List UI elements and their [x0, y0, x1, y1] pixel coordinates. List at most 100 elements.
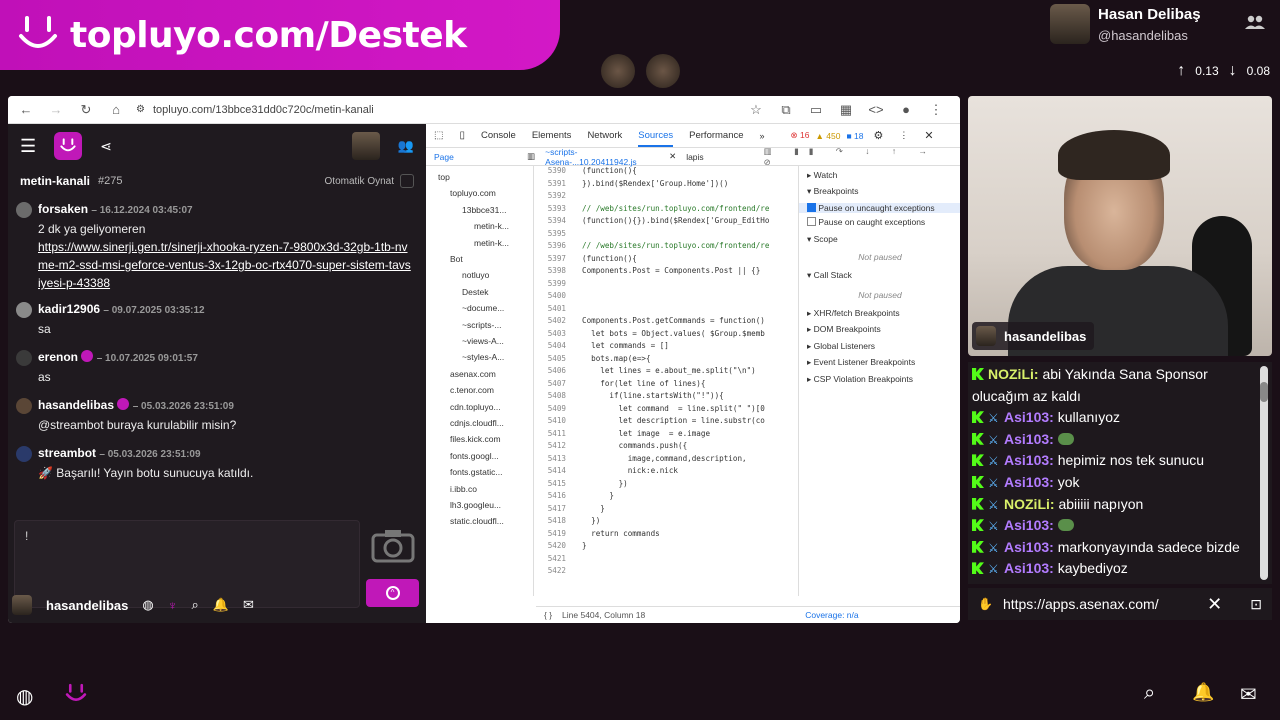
file-tree-item[interactable]: Destek — [462, 287, 488, 297]
global-section[interactable]: ▸ Global Listeners — [807, 341, 875, 352]
pause-caught-row[interactable]: Pause on caught exceptions — [807, 217, 925, 227]
avatar[interactable] — [12, 595, 32, 615]
line-number[interactable]: 5411 — [536, 429, 566, 438]
bell-icon[interactable]: 🔔 — [1192, 682, 1214, 703]
share-icon[interactable]: ⋖ — [100, 138, 112, 155]
file-tree-item[interactable]: lh3.googleu... — [450, 500, 501, 510]
line-number[interactable]: 5410 — [536, 416, 566, 425]
warning-count[interactable]: ▲ 450 — [816, 131, 841, 141]
file-tree-item[interactable]: ~docume... — [462, 303, 504, 313]
file-tree-item[interactable]: fonts.gstatic... — [450, 467, 502, 477]
line-number[interactable]: 5394 — [536, 216, 566, 225]
line-number[interactable]: 5404 — [536, 341, 566, 350]
send-button[interactable]: ^ — [366, 579, 419, 607]
call-stack-section[interactable]: ▾ Call Stack — [807, 270, 852, 281]
close-icon[interactable]: ✕ — [924, 129, 933, 142]
message-link[interactable]: https://www.sinerji.gen.tr/sinerji-xhook… — [38, 238, 413, 292]
coverage-status[interactable]: Coverage: n/a — [805, 610, 858, 620]
page-tab[interactable]: Page — [434, 152, 521, 162]
autoplay-toggle[interactable]: Otomatik Oynat — [325, 174, 414, 188]
line-number[interactable]: 5409 — [536, 404, 566, 413]
dom-section[interactable]: ▸ DOM Breakpoints — [807, 324, 881, 335]
chat-avatar[interactable] — [351, 132, 380, 160]
topluyo-icon[interactable]: ♆ — [168, 598, 178, 613]
line-number[interactable]: 5420 — [536, 541, 566, 550]
inspect-icon[interactable]: ⬚ — [434, 130, 443, 141]
line-number[interactable]: 5398 — [536, 266, 566, 275]
search-icon[interactable]: ⌕ — [1144, 682, 1155, 705]
overlay-url[interactable]: https://apps.asenax.com/ — [1003, 596, 1159, 612]
pause-uncaught-row[interactable]: Pause on uncaught exceptions — [799, 203, 960, 213]
line-number[interactable]: 5406 — [536, 366, 566, 375]
line-number[interactable]: 5399 — [536, 279, 566, 288]
error-count[interactable]: ⊗ 16 — [791, 130, 810, 141]
line-number[interactable]: 5400 — [536, 291, 566, 300]
close-icon[interactable]: ✕ — [1207, 594, 1222, 615]
file-tab-2[interactable]: lapis — [686, 152, 703, 162]
reload-icon[interactable]: ↻ — [76, 102, 96, 118]
line-number[interactable]: 5402 — [536, 316, 566, 325]
file-tree-item[interactable]: notluyo — [462, 270, 489, 280]
line-number[interactable]: 5391 — [536, 179, 566, 188]
profile-icon[interactable]: ● — [896, 102, 916, 117]
forward-icon[interactable]: → — [46, 102, 66, 117]
file-tab[interactable]: ~scripts-Asena-...10.20411942.js — [545, 147, 665, 167]
panel-toggle-icon[interactable]: ▥ — [527, 151, 535, 162]
search-icon[interactable]: ⌕ — [191, 597, 198, 613]
csp-section[interactable]: ▸ CSP Violation Breakpoints — [807, 374, 913, 385]
code-editor[interactable]: 5390 (function(){5391}).bind($Rendex['Gro… — [536, 166, 798, 586]
tab-elements[interactable]: Elements — [532, 130, 572, 141]
stream-chat-user[interactable]: Asi103 — [1004, 452, 1049, 468]
line-number[interactable]: 5396 — [536, 241, 566, 250]
camera-icon[interactable] — [368, 522, 418, 568]
file-tree-item[interactable]: fonts.googl... — [450, 451, 499, 461]
file-tree-item[interactable]: Bot — [450, 254, 463, 264]
cast-icon[interactable]: ▭ — [806, 102, 826, 118]
globe-icon[interactable]: ◍ — [142, 597, 153, 613]
current-user[interactable]: hasandelibas — [46, 598, 128, 613]
settings-gear-icon[interactable]: ⚙ — [873, 129, 883, 142]
file-tree-item[interactable]: files.kick.com — [450, 434, 501, 444]
line-number[interactable]: 5403 — [536, 329, 566, 338]
stream-chat-user[interactable]: Asi103 — [1004, 474, 1049, 490]
line-number[interactable]: 5419 — [536, 529, 566, 538]
devtools-icon[interactable]: <> — [866, 102, 886, 117]
site-info-icon[interactable]: ⚙ — [136, 104, 145, 115]
line-number[interactable]: 5395 — [536, 229, 566, 238]
file-tree-item[interactable]: 13bbce31... — [462, 205, 506, 215]
file-tree-item[interactable]: cdn.topluyo... — [450, 402, 501, 412]
line-number[interactable]: 5413 — [536, 454, 566, 463]
event-section[interactable]: ▸ Event Listener Breakpoints — [807, 357, 915, 368]
stream-chat-user[interactable]: Asi103 — [1004, 431, 1049, 447]
tab-performance[interactable]: Performance — [689, 130, 743, 141]
screenshot-icon[interactable]: ⊡ — [1250, 596, 1262, 613]
globe-icon[interactable]: ◍ — [16, 684, 33, 709]
tab-network[interactable]: Network — [587, 130, 622, 141]
breakpoints-section[interactable]: ▾ Breakpoints — [807, 186, 859, 197]
message-user[interactable]: streambot — [38, 446, 96, 460]
checkbox-icon[interactable] — [807, 217, 816, 226]
debugger-controls[interactable]: ▥ ▮▮ ↷ ↓ ↑ → ⊘ — [764, 146, 960, 168]
mail-icon[interactable]: ✉ — [243, 597, 254, 613]
line-number[interactable]: 5390 — [536, 166, 566, 175]
file-tree-item[interactable]: top — [438, 172, 450, 182]
message-user[interactable]: forsaken — [38, 202, 88, 216]
line-number[interactable]: 5392 — [536, 191, 566, 200]
file-tree-item[interactable]: topluyo.com — [450, 188, 496, 198]
file-tree-item[interactable]: c.tenor.com — [450, 385, 494, 395]
hamburger-icon[interactable]: ☰ — [20, 136, 36, 157]
file-tree-item[interactable]: ~scripts-... — [462, 320, 501, 330]
line-number[interactable]: 5418 — [536, 516, 566, 525]
stream-chat-user[interactable]: Asi103 — [1004, 560, 1049, 576]
stream-chat-user[interactable]: Asi103 — [1004, 409, 1049, 425]
xhr-section[interactable]: ▸ XHR/fetch Breakpoints — [807, 308, 900, 319]
people-icon[interactable] — [1244, 14, 1266, 35]
checkbox-checked-icon[interactable] — [807, 203, 816, 212]
line-number[interactable]: 5414 — [536, 466, 566, 475]
apps-icon[interactable]: ▦ — [836, 102, 856, 118]
line-number[interactable]: 5421 — [536, 554, 566, 563]
file-tree-item[interactable]: metin-k... — [474, 238, 509, 248]
file-tree-item[interactable]: asenax.com — [450, 369, 496, 379]
tab-console[interactable]: Console — [481, 130, 516, 141]
file-tree-item[interactable]: i.ibb.co — [450, 484, 477, 494]
